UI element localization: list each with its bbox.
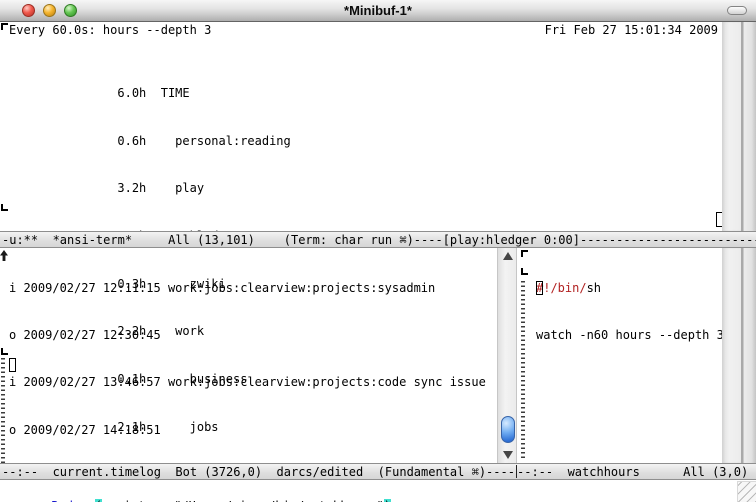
shebang-interpreter: #!/bin/ xyxy=(536,281,587,295)
toolbar-toggle-button[interactable] xyxy=(727,6,747,15)
scroll-down-icon[interactable] xyxy=(503,451,513,459)
fringe-buffer-top-icon xyxy=(521,250,528,257)
fringe-buffer-bottom-icon xyxy=(1,204,8,211)
script-command: watch -n60 hours --depth 3 xyxy=(536,328,724,344)
timelog-line: o 2009/02/27 14:18:51 xyxy=(9,423,486,439)
watch-header: Every 60.0s: hours --depth 3 xyxy=(9,23,211,39)
window-edge xyxy=(741,22,756,231)
buffer-cursor xyxy=(9,358,16,372)
fringe-buffer-top-icon xyxy=(1,23,8,30)
window-title: *Minibuf-1* xyxy=(0,3,756,19)
report-line: 3.2h play xyxy=(9,181,291,197)
timelog-line: o 2009/02/27 12:30:45 xyxy=(9,328,486,344)
shebang-line: #!/bin/sh xyxy=(536,281,724,297)
scroll-up-icon[interactable] xyxy=(503,252,513,260)
minibuffer[interactable]: Redo: (ansi-term "/Users/simon/bin/watch… xyxy=(0,480,756,502)
fringe-buffer-bottom-icon xyxy=(1,348,8,355)
modeline-text: --:-- watchhours All (3,0) xyxy=(517,465,748,479)
fringe-up-arrow-icon xyxy=(0,250,8,261)
emacs-window: *Minibuf-1* Every 60.0s: hours --depth 3… xyxy=(0,0,756,502)
title-bar[interactable]: *Minibuf-1* xyxy=(0,0,756,22)
modeline-ansi-term[interactable]: -u:** *ansi-term* All (13,101) (Term: ch… xyxy=(0,231,756,248)
script-source: #!/bin/sh watch -n60 hours --depth 3 xyxy=(536,249,724,375)
ansi-term-pane[interactable]: Every 60.0s: hours --depth 3 Fri Feb 27 … xyxy=(0,22,756,231)
fringe-empty-lines-icon xyxy=(1,358,5,463)
report-line: 6.0h TIME xyxy=(9,86,291,102)
scrollbar-track[interactable] xyxy=(722,22,741,231)
scrollbar-track[interactable] xyxy=(722,248,741,463)
shebang-shell: sh xyxy=(587,281,601,295)
timelog-pane[interactable]: i 2009/02/27 12:11:15 work:jobs:clearvie… xyxy=(0,248,497,463)
resize-grip-icon[interactable] xyxy=(737,481,756,502)
scrollbar[interactable] xyxy=(497,248,517,463)
timelog-line: i 2009/02/27 12:11:15 work:jobs:clearvie… xyxy=(9,281,486,297)
modeline-row: --:-- current.timelog Bot (3726,0) darcs… xyxy=(0,463,756,480)
fringe-empty-lines-icon xyxy=(521,281,525,459)
timelog-entries: i 2009/02/27 12:11:15 work:jobs:clearvie… xyxy=(9,249,486,463)
modeline-timelog[interactable]: --:-- current.timelog Bot (3726,0) darcs… xyxy=(0,464,517,479)
window-edge xyxy=(741,248,756,463)
report-line: 0.6h personal:reading xyxy=(9,134,291,150)
timelog-line: i 2009/02/27 13:46:57 work:jobs:clearvie… xyxy=(9,375,486,391)
modeline-text: -u:** *ansi-term* All (13,101) (Term: ch… xyxy=(2,233,756,248)
modeline-watchhours[interactable]: --:-- watchhours All (3,0) xyxy=(517,464,756,479)
fringe-buffer-bottom-icon xyxy=(521,268,528,275)
buffer-cursor xyxy=(536,281,543,295)
scrollbar-thumb[interactable] xyxy=(501,416,515,443)
script-pane[interactable]: #!/bin/sh watch -n60 hours --depth 3 xyxy=(517,248,756,463)
modeline-text: --:-- current.timelog Bot (3726,0) darcs… xyxy=(2,465,515,479)
watch-timestamp: Fri Feb 27 15:01:34 2009 xyxy=(545,23,718,39)
